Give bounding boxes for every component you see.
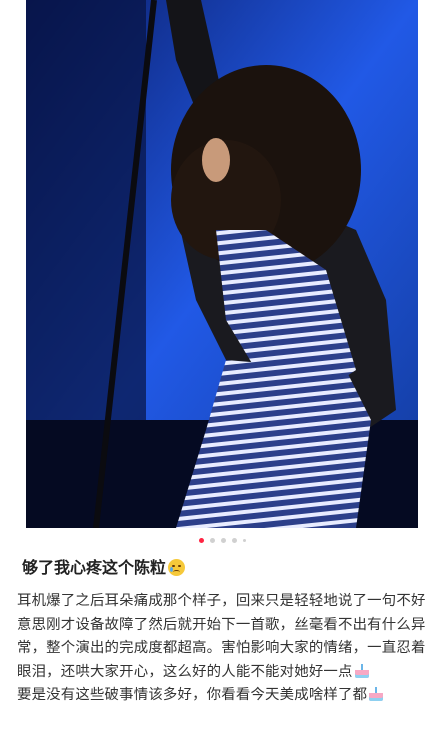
carousel-dot[interactable] (209, 538, 215, 543)
post-paragraph: 耳机爆了之后耳朵痛成那个样子，回来只是轻轻地说了一句不好意思刚才设备故障了然后就… (17, 590, 429, 684)
cake-icon (368, 687, 384, 701)
post-paragraph: 要是没有这些破事情该多好，你看看今天美成啥样了都 (17, 684, 429, 708)
post-title-text: 够了我心疼这个陈粒 (22, 558, 167, 577)
post-photo[interactable] (26, 0, 418, 528)
post-title: 够了我心疼这个陈粒 (22, 555, 422, 581)
post-paragraph-2-text: 要是没有这些破事情该多好，你看看今天美成啥样了都 (17, 687, 368, 703)
carousel-dot[interactable] (231, 538, 237, 543)
carousel-dot[interactable] (220, 538, 226, 543)
carousel-dot[interactable] (242, 539, 246, 542)
crying-face-icon (168, 559, 186, 576)
carousel-indicator (0, 538, 444, 546)
carousel-dot-active[interactable] (198, 538, 204, 543)
concert-photo (26, 0, 418, 528)
cake-icon (354, 663, 370, 678)
post-body: 耳机爆了之后耳朵痛成那个样子，回来只是轻轻地说了一句不好意思刚才设备故障了然后就… (17, 590, 429, 708)
